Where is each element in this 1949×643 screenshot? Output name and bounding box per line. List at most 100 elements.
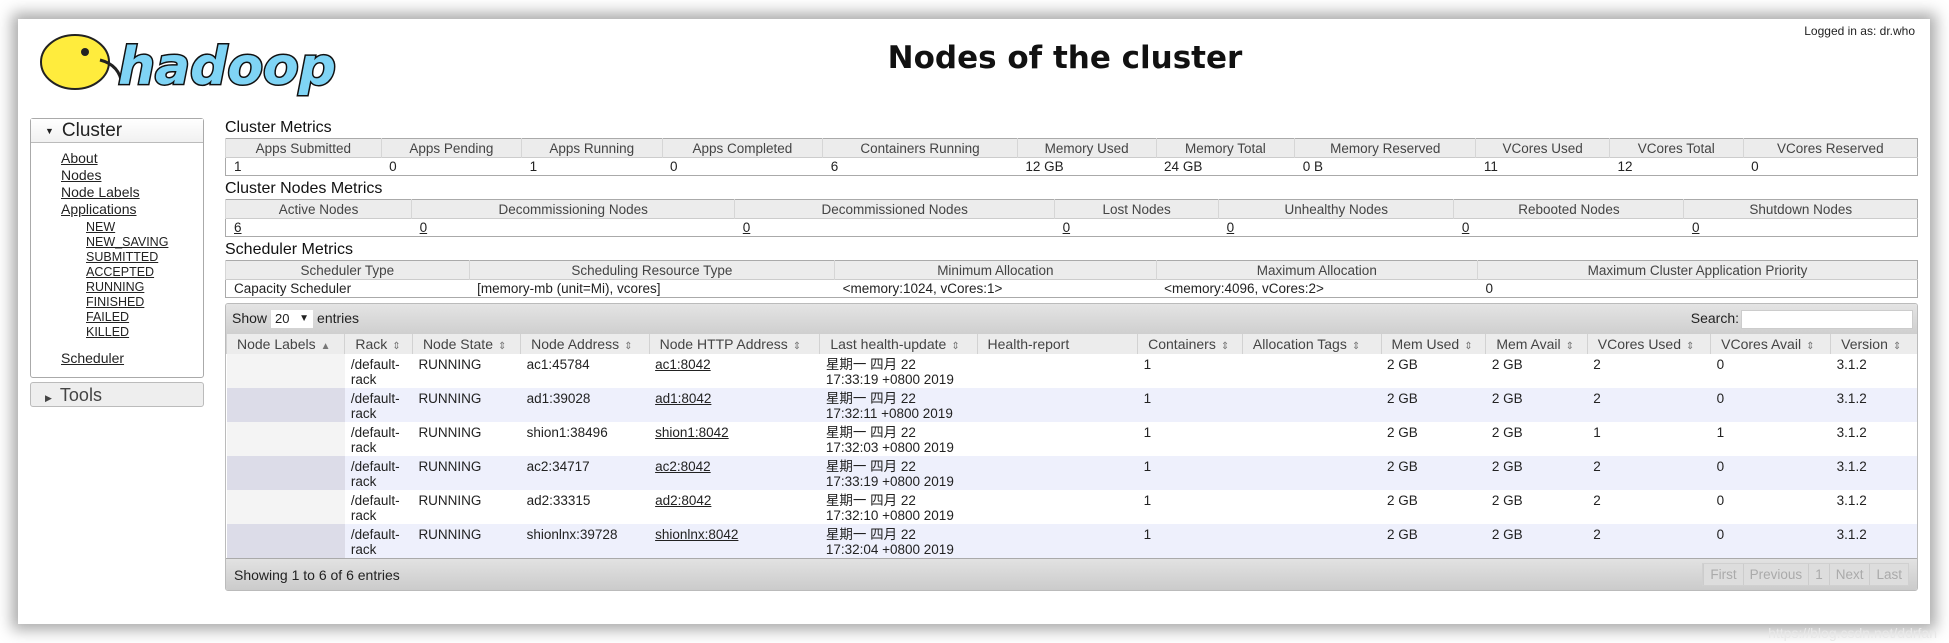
metric-link[interactable]: 0 <box>1692 220 1700 235</box>
metric-value: 6 <box>822 157 1018 176</box>
table-cell: 2 GB <box>1381 490 1486 524</box>
nav-app-running[interactable]: RUNNING <box>61 280 203 295</box>
sort-icon: ⇕ <box>792 341 802 352</box>
metric-link[interactable]: 0 <box>1227 220 1235 235</box>
table-cell: RUNNING <box>412 456 521 490</box>
table-cell <box>226 388 345 422</box>
table-cell: ad1:8042 <box>649 388 820 422</box>
nav-nodes[interactable]: Nodes <box>61 167 203 184</box>
pagination-next[interactable]: Next <box>1828 564 1870 585</box>
column-label: Node HTTP Address <box>659 336 788 352</box>
column-header-last-health-update[interactable]: Last health-update ⇕ <box>819 334 978 354</box>
nav-app-failed[interactable]: FAILED <box>61 310 203 325</box>
nav-applications[interactable]: Applications <box>61 201 203 218</box>
table-cell: shionlnx:8042 <box>649 524 820 558</box>
table-cell: ac2:34717 <box>520 456 650 490</box>
column-header-node-labels[interactable]: Node Labels ▲ <box>226 334 345 354</box>
column-header-health-report[interactable]: Health-report <box>976 334 1138 354</box>
column-header-rack[interactable]: Rack ⇕ <box>344 334 413 354</box>
dropdown-arrow-icon: ▼ <box>299 313 310 324</box>
node-http-link[interactable]: ac1:8042 <box>655 357 711 372</box>
table-cell <box>977 490 1138 524</box>
pagination-previous[interactable]: Previous <box>1742 564 1809 585</box>
sort-icon: ⇕ <box>1220 341 1230 352</box>
column-header-version[interactable]: Version ⇕ <box>1830 334 1917 354</box>
nav-app-finished[interactable]: FINISHED <box>61 295 203 310</box>
column-header-node-http-address[interactable]: Node HTTP Address ⇕ <box>648 334 820 354</box>
cluster-metrics-table: Apps Submitted Apps Pending Apps Running Ap… <box>225 138 1918 176</box>
hadoop-logo: hadoop <box>40 34 338 99</box>
column-header-node-address[interactable]: Node Address ⇕ <box>520 334 650 354</box>
search-input[interactable] <box>1741 309 1913 329</box>
nav-app-accepted[interactable]: ACCEPTED <box>61 265 203 280</box>
table-cell: /default-rack <box>344 524 413 558</box>
metric-link[interactable]: 0 <box>1063 220 1071 235</box>
table-cell: 1 <box>1710 422 1831 456</box>
metric-value: 0 <box>1477 279 1918 298</box>
cluster-section-toggle[interactable]: ▼ Cluster <box>31 119 203 143</box>
column-label: Rack <box>355 336 388 352</box>
column-header-mem-used[interactable]: Mem Used ⇕ <box>1380 334 1486 354</box>
node-http-link[interactable]: shionlnx:8042 <box>655 527 738 542</box>
nav-app-killed[interactable]: KILLED <box>61 325 203 340</box>
column-header: Decommissioned Nodes <box>734 199 1055 219</box>
nav-about[interactable]: About <box>61 150 203 167</box>
node-http-link[interactable]: ad2:8042 <box>655 493 711 508</box>
page-size-select[interactable]: 20 ▼ <box>271 310 314 328</box>
column-header: Containers Running <box>822 138 1018 158</box>
node-http-link[interactable]: ad1:8042 <box>655 391 711 406</box>
metric-value: <memory:4096, vCores:2> <box>1156 279 1478 298</box>
metric-link[interactable]: 0 <box>1462 220 1470 235</box>
table-cell: 2 <box>1587 456 1711 490</box>
sort-asc-icon: ▲ <box>320 341 331 352</box>
table-cell: 2 GB <box>1485 388 1588 422</box>
nav-app-new-saving[interactable]: NEW_SAVING <box>61 235 203 250</box>
table-cell: 星期一 四月 22 17:32:04 +0800 2019 <box>819 524 978 558</box>
column-header-allocation-tags[interactable]: Allocation Tags ⇕ <box>1241 334 1382 354</box>
cluster-label: Cluster <box>61 120 123 142</box>
column-header-vcores-avail[interactable]: VCores Avail ⇕ <box>1710 334 1831 354</box>
nav-scheduler[interactable]: Scheduler <box>61 350 203 367</box>
table-row: /default-rack RUNNING ad1:39028 ad1:8042 星期一… <box>226 388 1917 422</box>
search-label: Search: <box>1690 309 1739 326</box>
metric-link[interactable]: 0 <box>743 220 751 235</box>
column-header-node-state[interactable]: Node State ⇕ <box>411 334 521 354</box>
metric-value: 0 <box>1453 218 1684 237</box>
metric-value: 0 B <box>1294 157 1476 176</box>
column-label: Node State <box>422 336 493 352</box>
pagination-first[interactable]: First <box>1703 564 1742 585</box>
table-cell <box>977 388 1138 422</box>
sort-icon: ⇕ <box>1686 341 1695 352</box>
column-header-containers[interactable]: Containers ⇕ <box>1137 334 1243 354</box>
table-cell: /default-rack <box>344 354 413 388</box>
table-cell <box>977 524 1138 558</box>
metric-link[interactable]: 0 <box>420 220 428 235</box>
metric-value: 1 <box>521 157 662 176</box>
node-http-link[interactable]: ac2:8042 <box>655 459 711 474</box>
nav-app-submitted[interactable]: SUBMITTED <box>61 250 203 265</box>
sidebar: ▼ Cluster About Nodes Node Labels Applica… <box>30 118 204 407</box>
column-header-vcores-used[interactable]: VCores Used ⇕ <box>1586 334 1711 354</box>
table-cell: 3.1.2 <box>1830 456 1917 490</box>
column-header-mem-avail[interactable]: Mem Avail ⇕ <box>1485 334 1588 354</box>
table-cell: 星期一 四月 22 17:33:19 +0800 2019 <box>819 456 978 490</box>
nav-node-labels[interactable]: Node Labels <box>61 184 203 201</box>
table-cell: 0 <box>1710 456 1831 490</box>
metric-link[interactable]: 6 <box>234 220 242 235</box>
nav-app-new[interactable]: NEW <box>61 220 203 235</box>
metric-value: 12 <box>1609 157 1744 176</box>
table-cell <box>226 524 345 558</box>
column-header: Apps Pending <box>380 138 522 158</box>
tools-section-toggle[interactable]: ▶ Tools <box>30 382 204 407</box>
node-http-link[interactable]: shion1:8042 <box>655 425 729 440</box>
table-cell: 星期一 四月 22 17:32:11 +0800 2019 <box>819 388 978 422</box>
pagination-1[interactable]: 1 <box>1808 564 1829 585</box>
metric-value: 0 <box>1054 218 1219 237</box>
column-header: Memory Reserved <box>1294 138 1476 158</box>
pagination-last[interactable]: Last <box>1869 564 1908 585</box>
table-cell: 1 <box>1137 388 1243 422</box>
column-header: Decommissioning Nodes <box>411 199 735 219</box>
table-cell: 0 <box>1710 354 1831 388</box>
logged-in-user: Logged in as: dr.who <box>1804 24 1915 38</box>
table-cell: 0 <box>1710 388 1831 422</box>
